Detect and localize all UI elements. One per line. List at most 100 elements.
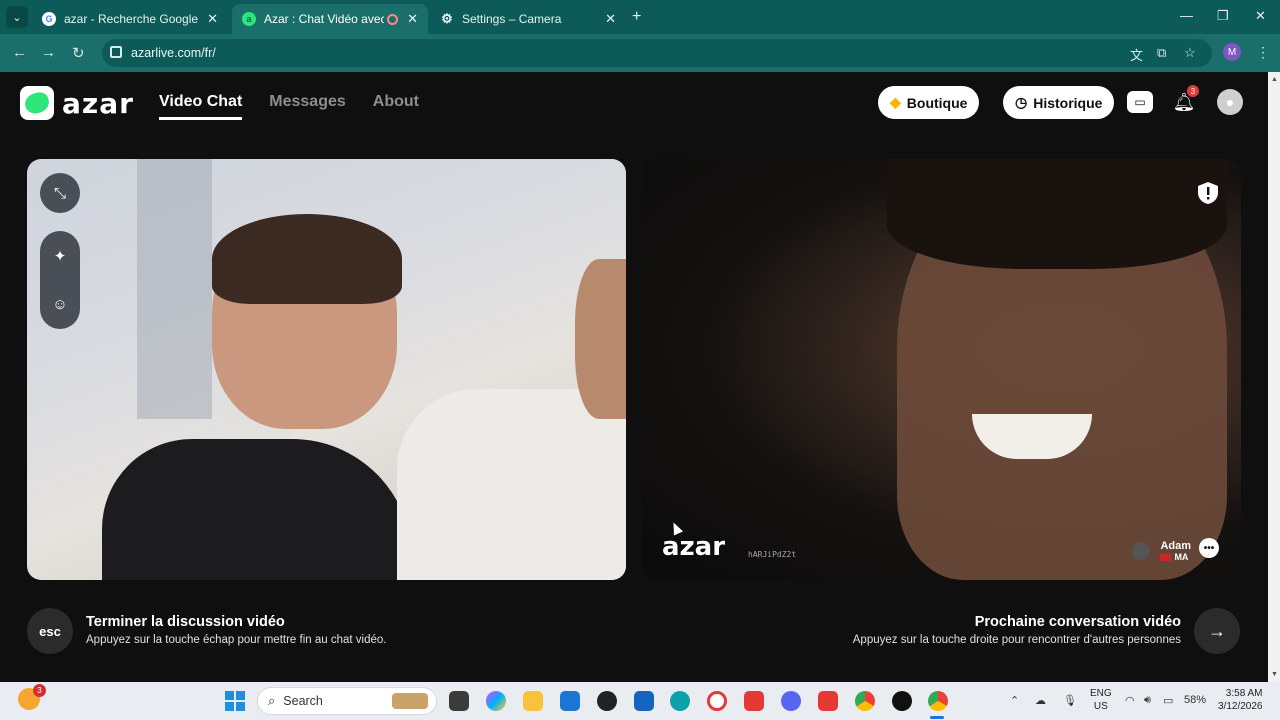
chat-bubble-icon[interactable]: ••• <box>1199 538 1219 558</box>
wifi-icon[interactable]: ◠ <box>1125 694 1135 707</box>
camera-site-icon[interactable] <box>110 46 122 58</box>
taskbar-search[interactable]: ⌕ Search <box>257 687 437 715</box>
tab-azar[interactable]: a Azar : Chat Vidéo avec de r ✕ <box>232 4 428 34</box>
back-icon[interactable]: ← <box>12 44 27 61</box>
language-indicator[interactable]: ENG US <box>1090 687 1112 713</box>
volume-icon[interactable]: 🔊︎ <box>1144 694 1151 707</box>
main-nav: Video Chat Messages About <box>159 93 419 120</box>
clock-date: 3/12/2026 <box>1218 701 1263 712</box>
azar-watermark: azar <box>662 532 726 562</box>
profile-avatar[interactable]: M <box>1223 43 1241 61</box>
tab-title: azar - Recherche Google <box>64 12 199 26</box>
page-scrollbar[interactable]: ▲ ▼ <box>1268 72 1280 682</box>
bookmark-star-icon[interactable]: ☆ <box>1184 45 1196 61</box>
peer-name: Adam <box>1160 540 1191 552</box>
next-chat-title: Prochaine conversation vidéo <box>974 614 1181 630</box>
battery-icon[interactable]: ▭ <box>1163 694 1173 707</box>
chrome-icon[interactable] <box>855 691 875 711</box>
partner-video: azar hARJiPdZ2t Adam MA ••• <box>642 159 1241 580</box>
notification-bell-icon[interactable]: 🔔︎ 3 <box>1171 85 1199 115</box>
search-highlight-icon <box>392 693 428 709</box>
obs-icon[interactable] <box>597 691 617 711</box>
clock-time: 3:58 AM <box>1225 688 1263 699</box>
logo-text: azar <box>62 86 134 120</box>
copilot-icon[interactable] <box>486 691 506 711</box>
end-chat-button[interactable]: esc <box>27 608 73 654</box>
nav-video-chat[interactable]: Video Chat <box>159 93 243 120</box>
nav-about[interactable]: About <box>373 93 419 120</box>
inbox-icon[interactable]: ▭ <box>1127 91 1153 113</box>
address-bar[interactable]: azarlive.com/fr/ <box>102 39 1212 67</box>
peer-info[interactable]: Adam MA <box>1132 540 1191 562</box>
discord-icon[interactable] <box>781 691 801 711</box>
next-chat-button[interactable]: → <box>1194 608 1240 654</box>
app-dark-icon[interactable] <box>892 691 912 711</box>
app-red-icon[interactable] <box>744 691 764 711</box>
user-avatar-icon[interactable]: ● <box>1217 89 1243 115</box>
opera-icon[interactable] <box>707 691 727 711</box>
close-window-icon[interactable]: ✕ <box>1255 8 1266 24</box>
peer-country-code: MA <box>1174 552 1189 562</box>
download-app-icon[interactable] <box>818 691 838 711</box>
tab-google[interactable]: G azar - Recherche Google ✕ <box>32 4 228 34</box>
next-chat-description: Appuyez sur la touche droite pour rencon… <box>852 634 1181 646</box>
outlook-icon[interactable] <box>634 691 654 711</box>
nav-messages[interactable]: Messages <box>269 93 346 120</box>
close-tab-icon[interactable]: ✕ <box>407 11 418 27</box>
minimize-icon[interactable]: — <box>1180 8 1193 23</box>
translate-icon[interactable]: 文 <box>1130 45 1143 64</box>
azar-logo[interactable]: azar <box>20 86 134 120</box>
lang-code: ENG <box>1090 688 1112 699</box>
lang-region: US <box>1093 701 1108 712</box>
session-id: hARJiPdZ2t <box>748 550 797 559</box>
clock[interactable]: 3:58 AM 3/12/2026 <box>1218 687 1263 713</box>
chrome-profile-icon[interactable] <box>928 691 948 711</box>
scroll-down-icon[interactable]: ▼ <box>1271 671 1278 678</box>
friend-shirt <box>397 389 626 580</box>
partner-hair <box>887 159 1227 269</box>
gear-icon: ⚙ <box>441 11 453 26</box>
tab-title: Settings – Camera <box>462 12 562 26</box>
minimize-video-button[interactable]: ⤡ <box>40 173 80 213</box>
browser-toolbar: ← → ↻ azarlive.com/fr/ 文 ⧉ ☆ <box>0 34 1280 72</box>
maximize-icon[interactable]: ❐ <box>1217 8 1229 24</box>
report-shield-icon[interactable] <box>1197 181 1219 205</box>
url-text[interactable]: azarlive.com/fr/ <box>131 46 216 60</box>
tab-settings-camera[interactable]: ⚙ Settings – Camera ✕ <box>430 4 626 34</box>
file-explorer-icon[interactable] <box>523 691 543 711</box>
browser-tab-strip: ⌄ G azar - Recherche Google ✕ a Azar : C… <box>0 0 1280 34</box>
reload-icon[interactable]: ↻ <box>72 44 85 62</box>
close-tab-icon[interactable]: ✕ <box>605 11 616 27</box>
sticker-icon[interactable]: ☺ <box>52 296 67 313</box>
tab-title: Azar : Chat Vidéo avec de r <box>264 12 384 26</box>
tray-overflow-icon[interactable]: ⌃ <box>1010 694 1019 707</box>
edge-icon[interactable] <box>670 691 690 711</box>
gem-icon: ◆ <box>890 94 901 110</box>
windows-start-icon[interactable] <box>225 691 245 711</box>
onedrive-icon[interactable]: ☁ <box>1035 694 1046 707</box>
task-view-icon[interactable] <box>449 691 469 711</box>
friend-head <box>575 259 626 419</box>
notification-badge: 3 <box>1187 85 1199 97</box>
close-tab-icon[interactable]: ✕ <box>207 11 218 27</box>
self-video: ⤡ ✦ ☺ <box>27 159 626 580</box>
history-button[interactable]: ◷ Historique <box>1003 86 1115 119</box>
browser-menu-icon[interactable]: ⋮ <box>1256 44 1270 61</box>
microphone-icon[interactable]: 🎙︎ <box>1063 694 1077 707</box>
morocco-flag-icon <box>1160 553 1172 561</box>
active-app-indicator <box>930 716 944 719</box>
microsoft-store-icon[interactable] <box>560 691 580 711</box>
new-tab-icon[interactable]: + <box>632 8 641 26</box>
forward-icon[interactable]: → <box>41 44 56 61</box>
cast-icon[interactable]: ⧉ <box>1157 45 1166 61</box>
peer-country: MA <box>1160 552 1191 562</box>
weather-widget-icon[interactable]: 3 <box>18 684 46 710</box>
azar-page: azar Video Chat Messages About ◆ Boutiqu… <box>0 72 1268 682</box>
scroll-up-icon[interactable]: ▲ <box>1271 76 1278 83</box>
magic-wand-icon[interactable]: ✦ <box>54 247 67 265</box>
recording-icon <box>387 13 398 25</box>
tab-search-button[interactable]: ⌄ <box>6 6 28 28</box>
azar-logo-icon <box>20 86 54 120</box>
end-chat-description: Appuyez sur la touche échap pour mettre … <box>86 634 387 646</box>
shop-button[interactable]: ◆ Boutique <box>878 86 980 119</box>
